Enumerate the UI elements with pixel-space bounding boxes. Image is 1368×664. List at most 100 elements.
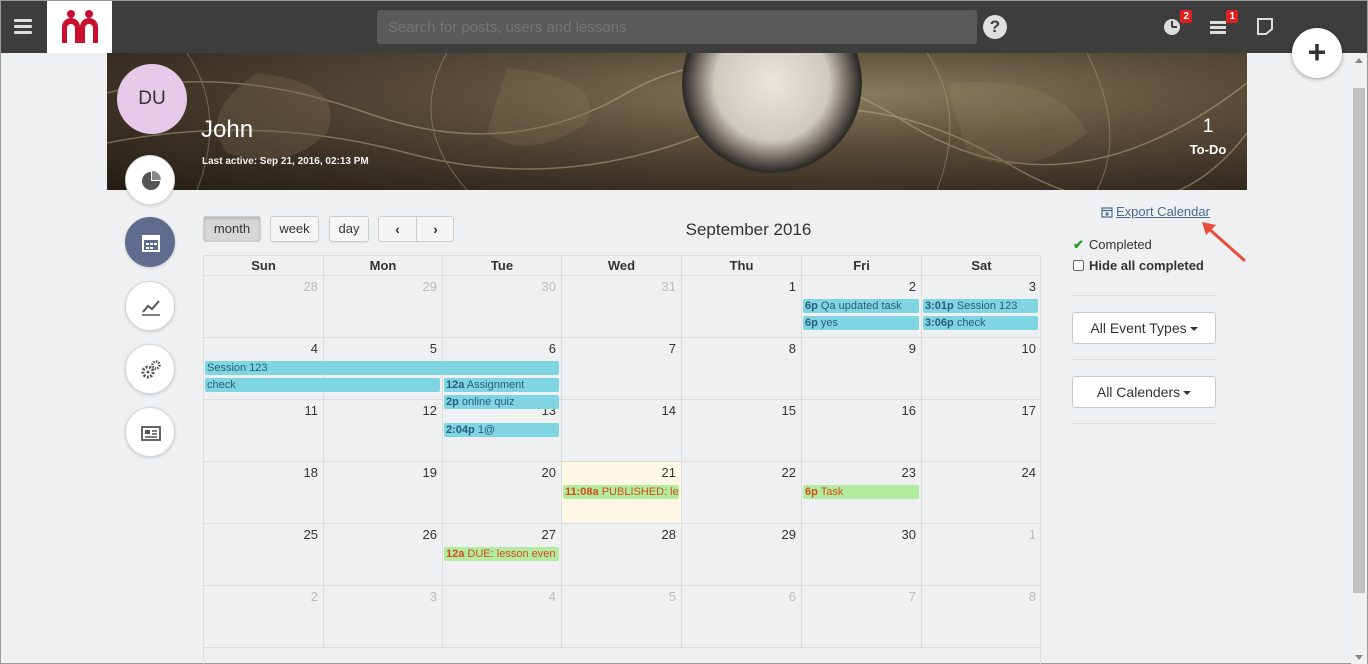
day-cell[interactable]: 20 xyxy=(443,462,562,524)
day-number[interactable]: 31 xyxy=(662,279,676,294)
side-nav-calendar[interactable] xyxy=(125,217,175,267)
prev-month-button[interactable]: ‹ xyxy=(379,217,416,241)
todo-count[interactable]: 1 xyxy=(1151,116,1265,138)
completed-filter[interactable]: ✔ Completed xyxy=(1073,237,1152,253)
day-number[interactable]: 29 xyxy=(423,279,437,294)
side-nav-progress[interactable] xyxy=(125,281,175,331)
day-number[interactable]: 14 xyxy=(662,403,676,418)
day-cell[interactable]: 1 xyxy=(922,524,1041,586)
calendar-event[interactable]: 3:01p Session 123 xyxy=(923,299,1038,313)
day-cell[interactable]: 6 xyxy=(682,586,802,648)
hamburger-menu-icon[interactable] xyxy=(11,16,35,38)
day-cell[interactable]: 30 xyxy=(443,276,562,338)
day-cell[interactable]: 9 xyxy=(802,338,922,400)
help-icon[interactable]: ? xyxy=(983,15,1007,39)
calendar-event[interactable]: Session 123 xyxy=(205,361,559,375)
day-number[interactable]: 6 xyxy=(549,341,556,356)
day-number[interactable]: 29 xyxy=(782,527,796,542)
day-number[interactable]: 21 xyxy=(662,465,676,480)
day-number[interactable]: 11 xyxy=(305,403,319,418)
side-nav-news[interactable] xyxy=(125,407,175,457)
day-cell[interactable]: 22 xyxy=(682,462,802,524)
day-number[interactable]: 4 xyxy=(311,341,318,356)
day-number[interactable]: 12 xyxy=(423,403,437,418)
calendar-event[interactable]: 12a DUE: lesson even xyxy=(444,547,559,561)
day-number[interactable]: 10 xyxy=(1022,341,1036,356)
day-cell[interactable]: 19 xyxy=(324,462,443,524)
day-number[interactable]: 9 xyxy=(909,341,916,356)
day-cell[interactable]: 16 xyxy=(802,400,922,462)
calendar-event[interactable]: 12a Assignment xyxy=(444,378,559,392)
day-number[interactable]: 6 xyxy=(789,589,796,604)
day-cell[interactable]: 14 xyxy=(562,400,682,462)
day-number[interactable]: 19 xyxy=(423,465,437,480)
day-number[interactable]: 1 xyxy=(1029,527,1036,542)
calendar-event[interactable]: 2p online quiz xyxy=(444,395,559,409)
day-cell[interactable]: 2 xyxy=(204,586,324,648)
search-input[interactable] xyxy=(377,10,977,44)
day-cell[interactable]: 11 xyxy=(204,400,324,462)
day-number[interactable]: 2 xyxy=(311,589,318,604)
day-number[interactable]: 16 xyxy=(902,403,916,418)
day-number[interactable]: 28 xyxy=(304,279,318,294)
view-month-button[interactable]: month xyxy=(203,216,261,242)
day-cell[interactable]: 15 xyxy=(682,400,802,462)
day-cell[interactable]: 29 xyxy=(324,276,443,338)
day-cell[interactable]: 8 xyxy=(922,586,1041,648)
day-number[interactable]: 5 xyxy=(430,341,437,356)
calendar-event[interactable]: 11:08a PUBLISHED: le xyxy=(563,485,679,499)
day-number[interactable]: 27 xyxy=(542,527,556,542)
day-number[interactable]: 24 xyxy=(1022,465,1036,480)
scroll-up-icon[interactable] xyxy=(1355,58,1363,63)
event-types-dropdown[interactable]: All Event Types xyxy=(1072,312,1216,344)
day-cell[interactable]: 5 xyxy=(562,586,682,648)
day-number[interactable]: 30 xyxy=(902,527,916,542)
calendar-event[interactable]: 6p yes xyxy=(803,316,919,330)
day-cell[interactable]: 30 xyxy=(802,524,922,586)
day-cell[interactable]: 7 xyxy=(802,586,922,648)
scrollbar-thumb[interactable] xyxy=(1353,88,1365,593)
day-cell[interactable]: 12 xyxy=(324,400,443,462)
tasks-list-icon[interactable]: 1 xyxy=(1207,10,1238,39)
calendar-event[interactable]: 6p Task xyxy=(803,485,919,499)
day-cell[interactable]: 29 xyxy=(682,524,802,586)
day-number[interactable]: 8 xyxy=(1029,589,1036,604)
day-cell[interactable]: 17 xyxy=(922,400,1041,462)
scroll-down-icon[interactable] xyxy=(1355,655,1363,660)
day-number[interactable]: 26 xyxy=(423,527,437,542)
day-number[interactable]: 3 xyxy=(1029,279,1036,294)
calendar-event[interactable]: 2:04p 1@ xyxy=(444,423,559,437)
day-cell[interactable]: 25 xyxy=(204,524,324,586)
calendar-event[interactable]: check xyxy=(205,378,440,392)
view-week-button[interactable]: week xyxy=(270,216,319,242)
day-cell[interactable]: 10 xyxy=(922,338,1041,400)
calendar-event[interactable]: 6p Qa updated task xyxy=(803,299,919,313)
create-button[interactable]: + xyxy=(1292,28,1342,78)
day-number[interactable]: 7 xyxy=(909,589,916,604)
notifications-icon[interactable]: 2 xyxy=(1161,10,1192,39)
day-cell[interactable]: 8 xyxy=(682,338,802,400)
day-number[interactable]: 25 xyxy=(304,527,318,542)
day-cell[interactable]: 28 xyxy=(562,524,682,586)
day-number[interactable]: 22 xyxy=(782,465,796,480)
day-number[interactable]: 3 xyxy=(430,589,437,604)
todo-label[interactable]: To-Do xyxy=(1151,142,1265,157)
checkbox-icon[interactable] xyxy=(1073,260,1084,271)
export-calendar-link[interactable]: Export Calendar xyxy=(1101,204,1210,219)
calendars-dropdown[interactable]: All Calenders xyxy=(1072,376,1216,408)
day-number[interactable]: 15 xyxy=(782,403,796,418)
day-cell[interactable]: 18 xyxy=(204,462,324,524)
day-cell[interactable]: 7 xyxy=(562,338,682,400)
side-nav-analytics[interactable] xyxy=(125,155,175,205)
day-number[interactable]: 5 xyxy=(669,589,676,604)
day-number[interactable]: 28 xyxy=(662,527,676,542)
day-number[interactable]: 7 xyxy=(669,341,676,356)
day-cell[interactable]: 28 xyxy=(204,276,324,338)
day-cell[interactable]: 24 xyxy=(922,462,1041,524)
day-number[interactable]: 4 xyxy=(549,589,556,604)
vertical-scrollbar[interactable] xyxy=(1351,53,1367,664)
day-number[interactable]: 1 xyxy=(789,279,796,294)
day-number[interactable]: 20 xyxy=(542,465,556,480)
calendar-event[interactable]: 3:06p check xyxy=(923,316,1038,330)
day-number[interactable]: 23 xyxy=(902,465,916,480)
